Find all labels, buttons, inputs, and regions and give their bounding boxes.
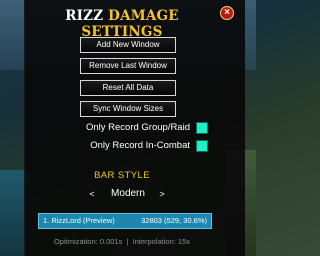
preview-damage-value: 32803 (529, 30.6%) — [141, 216, 207, 225]
interpolation-text: Interpolation: 15x — [132, 237, 191, 246]
bar-style-heading: BAR STYLE — [94, 170, 150, 181]
remove-last-window-button[interactable]: Remove Last Window — [80, 58, 176, 74]
only-record-in-combat-row: Only Record In-Combat — [24, 139, 220, 153]
window-title: RIZZ DAMAGE SETTINGS — [24, 8, 220, 40]
close-icon[interactable]: × — [220, 6, 234, 20]
only-record-group-raid-row: Only Record Group/Raid — [24, 121, 220, 135]
footer-separator: | — [126, 237, 129, 246]
bar-style-next-button[interactable]: > — [156, 187, 168, 201]
bar-style-value: Modern — [111, 188, 145, 199]
only-record-group-raid-label: Only Record Group/Raid — [85, 122, 190, 133]
only-record-in-combat-label: Only Record In-Combat — [90, 140, 190, 151]
title-lead: RIZZ — [65, 8, 104, 24]
sync-window-sizes-button[interactable]: Sync Window Sizes — [80, 101, 176, 117]
add-new-window-button[interactable]: Add New Window — [80, 37, 176, 53]
only-record-in-combat-checkbox[interactable] — [196, 140, 208, 152]
bar-style-prev-button[interactable]: < — [86, 187, 98, 201]
preview-player-name: 1. RizzLord (Preview) — [43, 216, 115, 225]
preview-damage-bar: 1. RizzLord (Preview) 32803 (529, 30.6%) — [38, 213, 212, 229]
reset-all-data-button[interactable]: Reset All Data — [80, 80, 176, 96]
performance-footer: Optimization: 0.001s | Interpolation: 15… — [24, 237, 220, 246]
optimization-text: Optimization: 0.001s — [53, 237, 123, 246]
only-record-group-raid-checkbox[interactable] — [196, 122, 208, 134]
